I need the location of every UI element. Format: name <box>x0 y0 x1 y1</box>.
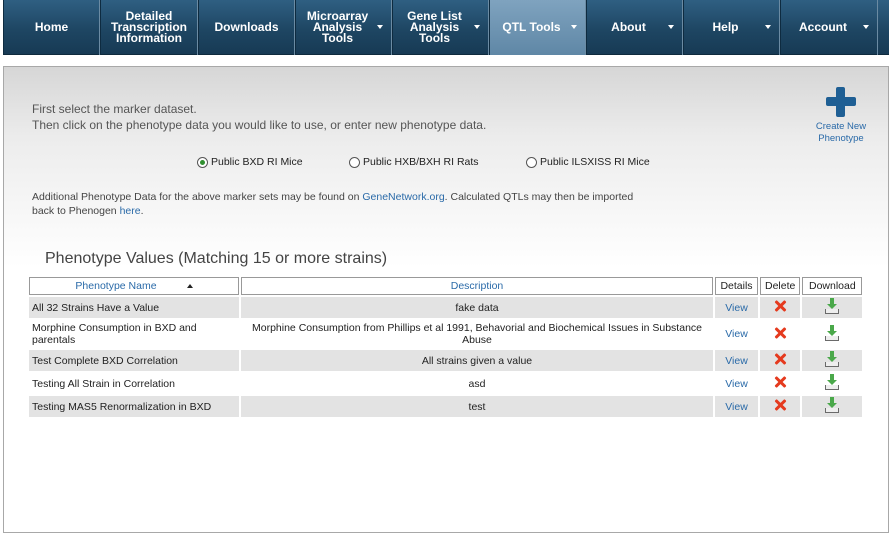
table-row: Morphine Consumption in BXD and parental… <box>29 320 863 348</box>
delete-cell <box>760 396 801 417</box>
nav-item-6[interactable]: About <box>586 0 683 55</box>
view-link[interactable]: View <box>725 401 748 413</box>
chevron-down-icon <box>571 25 577 29</box>
phenotype-description: fake data <box>241 297 713 318</box>
dataset-radio-1[interactable]: Public HXB/BXH RI Rats <box>349 156 479 168</box>
dataset-label: Public ILSXISS RI Mice <box>540 156 650 168</box>
nav-item-3[interactable]: Microarray Analysis Tools <box>295 0 392 55</box>
view-link[interactable]: View <box>725 378 748 390</box>
details-cell: View <box>715 373 758 394</box>
nav-item-4[interactable]: Gene List Analysis Tools <box>392 0 489 55</box>
download-icon[interactable] <box>825 374 840 390</box>
delete-icon[interactable] <box>774 399 786 411</box>
table-row: Test Complete BXD Correlation All strains… <box>29 350 863 371</box>
col-details: Details <box>715 277 758 295</box>
delete-cell <box>760 373 801 394</box>
nav-item-label: Help <box>712 20 739 34</box>
nav-item-label: Downloads <box>214 20 279 34</box>
nav-item-label: Detailed Transcription Information <box>110 9 187 45</box>
download-icon[interactable] <box>825 324 840 341</box>
nav-item-8[interactable]: Account <box>780 0 878 55</box>
radio-button[interactable] <box>349 156 360 168</box>
chevron-down-icon <box>765 25 771 29</box>
delete-cell <box>760 297 801 318</box>
nav-item-label: Gene List Analysis Tools <box>407 9 462 45</box>
download-icon[interactable] <box>825 298 840 314</box>
nav-item-label: Account <box>799 20 847 34</box>
delete-icon[interactable] <box>774 327 786 339</box>
details-cell: View <box>715 350 758 371</box>
table-body: All 32 Strains Have a Value fake data View… <box>29 297 863 417</box>
download-icon[interactable] <box>825 397 840 413</box>
plus-icon <box>826 87 856 117</box>
radio-button[interactable] <box>526 156 537 168</box>
phenotype-table: Phenotype Name Description Details Delet… <box>27 275 864 419</box>
nav-item-5[interactable]: QTL Tools <box>489 0 586 55</box>
details-cell: View <box>715 396 758 417</box>
main-nav: Home Detailed Transcription Information Do… <box>3 0 889 55</box>
col-phenotype-name[interactable]: Phenotype Name <box>29 277 239 295</box>
sort-ascending-icon[interactable] <box>186 284 193 289</box>
col-download: Download <box>802 277 863 295</box>
nav-item-label: About <box>611 20 646 34</box>
nav-item-label: QTL Tools <box>502 20 561 34</box>
dataset-radio-0[interactable]: Public BXD RI Mice <box>197 156 303 168</box>
download-icon[interactable] <box>825 351 840 367</box>
nav-item-1[interactable]: Detailed Transcription Information <box>100 0 198 55</box>
nav-item-7[interactable]: Help <box>683 0 780 55</box>
genenetwork-note: Additional Phenotype Data for the above … <box>32 191 634 217</box>
instruction-line-2: Then click on the phenotype data you wou… <box>32 118 487 132</box>
create-new-phenotype-label: Create New Phenotype <box>815 121 867 144</box>
instructions: First select the marker dataset. Then cl… <box>32 101 486 133</box>
table-row: Testing MAS5 Renormalization in BXD test V… <box>29 396 863 417</box>
chevron-down-icon <box>474 25 480 29</box>
nav-item-label: Microarray Analysis Tools <box>306 9 369 45</box>
phenotype-description: All strains given a value <box>241 350 713 371</box>
radio-button[interactable] <box>197 156 208 168</box>
phenotype-name: Morphine Consumption in BXD and parental… <box>29 320 239 348</box>
nav-item-label: Home <box>34 20 69 34</box>
dataset-radio-2[interactable]: Public ILSXISS RI Mice <box>526 156 650 168</box>
phenotype-description: test <box>241 396 713 417</box>
details-cell: View <box>715 297 758 318</box>
col-delete: Delete <box>760 277 801 295</box>
col-description[interactable]: Description <box>241 277 713 295</box>
import-here-link[interactable]: here <box>120 205 141 217</box>
delete-icon[interactable] <box>774 376 786 388</box>
view-link[interactable]: View <box>725 328 748 340</box>
dataset-label: Public BXD RI Mice <box>211 156 303 168</box>
download-cell <box>802 320 863 348</box>
view-link[interactable]: View <box>725 302 748 314</box>
view-link[interactable]: View <box>725 355 748 367</box>
delete-icon[interactable] <box>774 353 786 365</box>
phenotype-name: All 32 Strains Have a Value <box>29 297 239 318</box>
phenotype-name: Testing MAS5 Renormalization in BXD <box>29 396 239 417</box>
section-title: Phenotype Values (Matching 15 or more st… <box>45 250 388 267</box>
delete-cell <box>760 350 801 371</box>
nav-item-0[interactable]: Home <box>3 0 100 55</box>
download-cell <box>802 350 863 371</box>
download-cell <box>802 373 863 394</box>
dataset-label: Public HXB/BXH RI Rats <box>363 156 479 168</box>
instruction-line-1: First select the marker dataset. <box>32 102 197 116</box>
delete-cell <box>760 320 801 348</box>
delete-icon[interactable] <box>774 300 786 312</box>
create-new-phenotype-button[interactable]: Create New Phenotype <box>810 87 872 145</box>
table-row: Testing All Strain in Correlation asd View <box>29 373 863 394</box>
details-cell: View <box>715 320 758 348</box>
phenotype-name: Testing All Strain in Correlation <box>29 373 239 394</box>
nav-item-2[interactable]: Downloads <box>198 0 295 55</box>
download-cell <box>802 396 863 417</box>
chevron-down-icon <box>377 25 383 29</box>
phenotype-name: Test Complete BXD Correlation <box>29 350 239 371</box>
download-cell <box>802 297 863 318</box>
table-row: All 32 Strains Have a Value fake data View <box>29 297 863 318</box>
phenotype-description: Morphine Consumption from Phillips et al… <box>241 320 713 348</box>
phenotype-description: asd <box>241 373 713 394</box>
chevron-down-icon <box>668 25 674 29</box>
genenetwork-link[interactable]: GeneNetwork.org <box>362 191 444 203</box>
chevron-down-icon <box>863 25 869 29</box>
